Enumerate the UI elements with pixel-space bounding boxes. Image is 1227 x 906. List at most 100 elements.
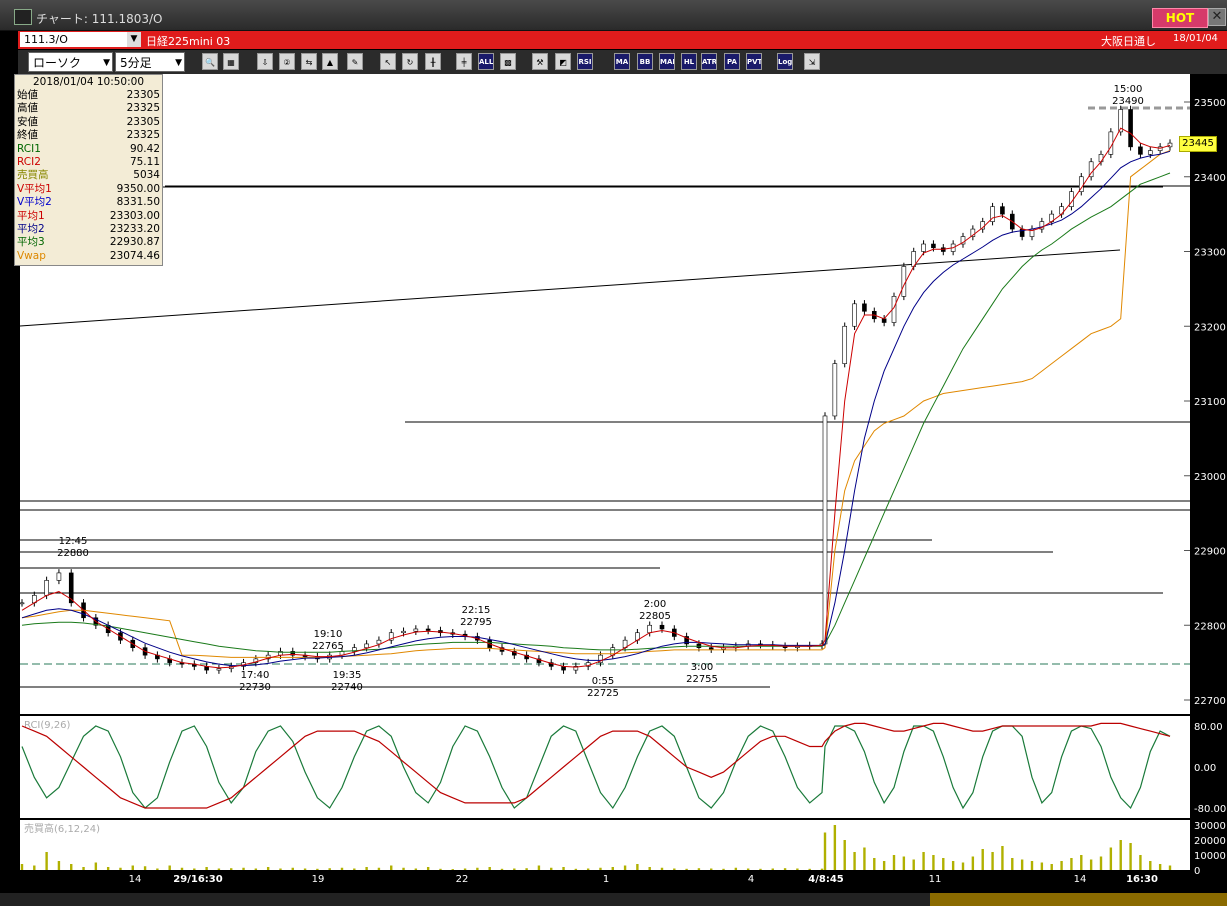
count-button[interactable]: ② (279, 53, 295, 70)
info-label: 平均3 (17, 236, 45, 249)
x-axis-label: 19 (312, 874, 325, 885)
volume-bar (771, 868, 774, 870)
color-button[interactable]: ◩ (555, 53, 571, 70)
info-label: 終値 (17, 129, 38, 142)
volume-bar (328, 868, 331, 870)
info-label: 平均2 (17, 223, 45, 235)
volume-bar (1168, 865, 1172, 870)
info-row: 平均3 22930.87 (17, 236, 160, 249)
x-axis-label: 1 (603, 874, 609, 885)
bb-button[interactable]: BB (637, 53, 653, 70)
info-value: 23305 (126, 115, 160, 128)
chart-type-value: ローソク (33, 56, 82, 70)
volume-bar (932, 855, 935, 870)
candle-body (44, 580, 49, 596)
atr-button[interactable]: ATR (701, 53, 717, 70)
volume-bar (820, 868, 824, 870)
volume-bar (180, 867, 184, 870)
ma-button[interactable]: MA (614, 53, 630, 70)
volume-bar (414, 868, 418, 870)
info-label: 安値 (17, 115, 38, 128)
interval-select[interactable]: 5分足 ▼ (115, 52, 185, 72)
volume-bar (242, 867, 245, 870)
grid-button[interactable]: ▦ (223, 53, 239, 70)
rsi-button[interactable]: RSI (577, 53, 593, 70)
volume-bar (402, 867, 405, 870)
candle-body (842, 325, 848, 364)
volume-bar (82, 867, 85, 870)
info-value: 23325 (126, 129, 160, 142)
para-button[interactable]: PA (724, 53, 740, 70)
volume-bar (892, 855, 896, 870)
candle-button[interactable]: ╫ (425, 53, 441, 70)
volume-bar (623, 865, 627, 870)
annotation-price: 22740 (331, 682, 363, 693)
mae-button[interactable]: MAE (659, 53, 675, 70)
candle-body (931, 243, 936, 249)
annotation-time: 0:55 (592, 676, 614, 687)
volume-bar (537, 865, 541, 870)
volume-bar (1030, 861, 1034, 870)
pattern-button[interactable]: ▩ (500, 53, 516, 70)
volume-bar (488, 867, 491, 870)
price-axis-label: 22700 (1194, 696, 1226, 707)
hl-button[interactable]: HL (681, 53, 697, 70)
volume-bar (1040, 862, 1044, 870)
pen-button[interactable]: ✎ (347, 53, 363, 70)
info-label: RCI1 (17, 142, 41, 155)
log-button[interactable]: Log (777, 53, 793, 70)
candle-body (832, 363, 838, 417)
close-button[interactable]: ✕ (1208, 8, 1226, 26)
cursor-button[interactable]: ↖ (380, 53, 396, 70)
volume-bar (796, 868, 799, 870)
draw-down-button[interactable]: ⇩ (257, 53, 273, 70)
volume-bar (57, 861, 61, 870)
chart-type-select[interactable]: ローソク ▼ (28, 52, 113, 72)
volume-bar (1011, 858, 1014, 870)
price-chart[interactable]: 23500 23400 23300 23200 23100 23000 22900 22800… (0, 74, 1227, 893)
code-dropdown-button[interactable]: ▼ (127, 32, 141, 47)
candle-body (425, 628, 431, 631)
volume-bar (1070, 858, 1073, 870)
session-label: 大阪日通し (1101, 35, 1156, 48)
volume-bar (599, 867, 602, 870)
annotation-time: 19:10 (314, 629, 343, 640)
volume-bar (1060, 861, 1063, 870)
volume-bar (45, 852, 48, 870)
volume-bar (550, 867, 553, 870)
volume-bar (942, 858, 945, 870)
candle-body (1128, 109, 1133, 148)
volume-bar (562, 867, 565, 870)
candle-body (19, 602, 25, 605)
info-value: 23074.46 (109, 249, 160, 262)
code-input[interactable]: 111.3/O (20, 32, 128, 47)
volume-bar (143, 866, 147, 870)
volume-bar (660, 867, 664, 870)
volume-bar (390, 865, 393, 870)
volume-bar (291, 867, 294, 870)
candle-body (647, 624, 652, 634)
export-button[interactable]: ⇲ (804, 53, 820, 70)
rotate-button[interactable]: ↻ (402, 53, 418, 70)
annotation-time: 12:45 (59, 536, 88, 547)
hot-button[interactable]: HOT (1152, 8, 1208, 28)
volume-bar (1158, 864, 1162, 870)
candle2-button[interactable]: ╪ (456, 53, 472, 70)
info-row: RCI1 90.42 (17, 143, 160, 156)
tool-button[interactable]: ⚒ (532, 53, 548, 70)
volume-bar (722, 868, 725, 870)
candle-body (376, 639, 382, 645)
zoom-button[interactable]: 🔍 (202, 53, 218, 70)
rci-axis-label: 0.00 (1194, 763, 1216, 774)
volume-bar (340, 867, 344, 870)
volume-axis-label: 30000 (1194, 821, 1226, 832)
volume-bar (439, 868, 442, 870)
fade-button[interactable]: ▲ (322, 53, 338, 70)
volume-bar (303, 868, 307, 870)
volume-bar (710, 868, 713, 870)
volume-bar (1099, 856, 1103, 870)
all-button[interactable]: ALL (478, 53, 494, 70)
volume-bar (991, 852, 994, 870)
arrows-button[interactable]: ⇆ (301, 53, 317, 70)
pvt-button[interactable]: PVT (746, 53, 762, 70)
